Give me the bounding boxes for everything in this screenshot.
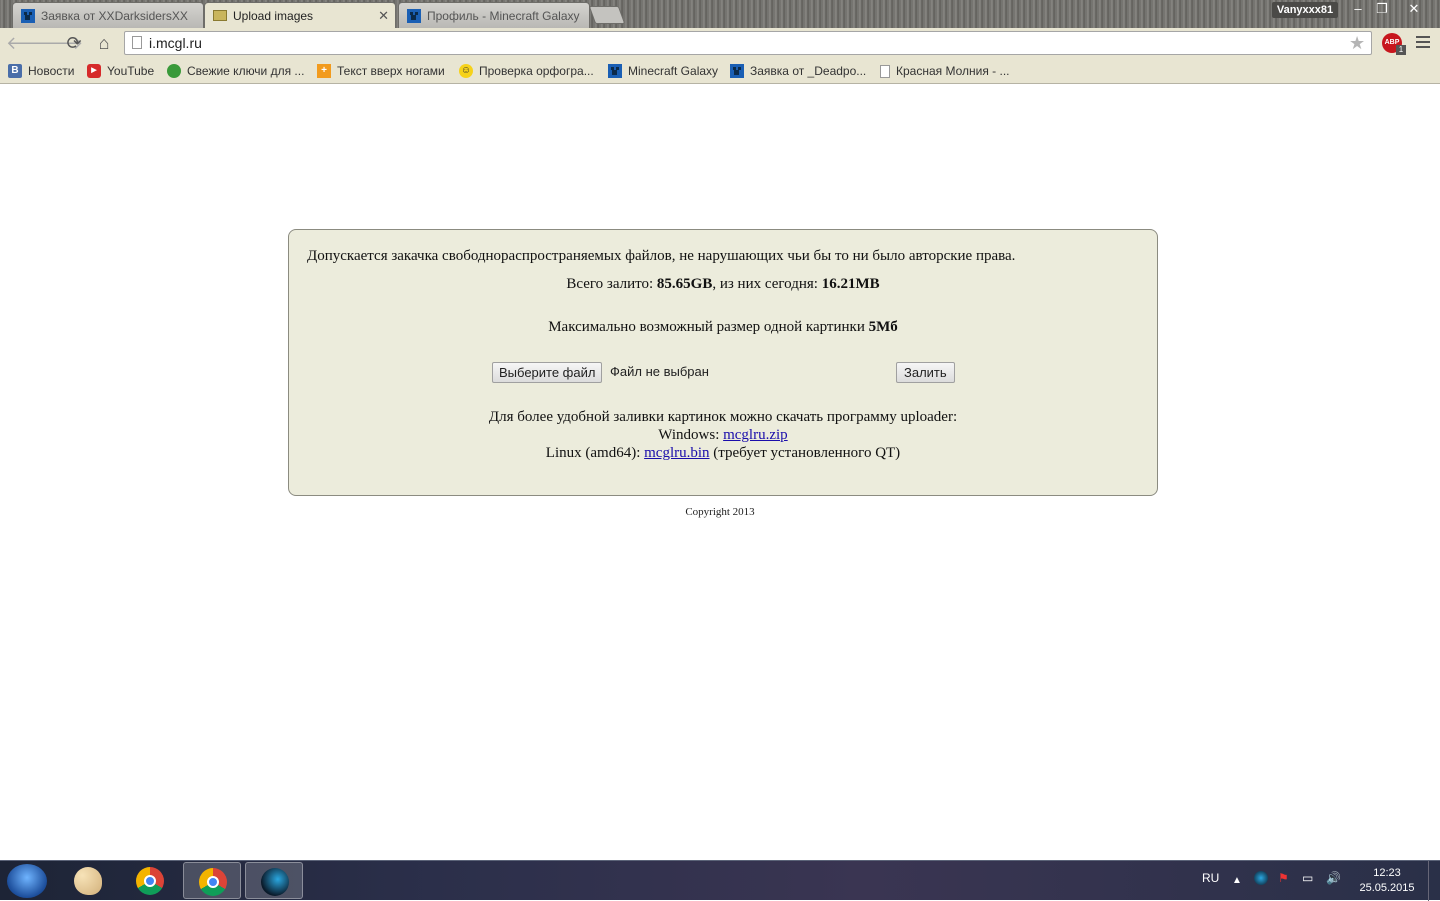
upload-submit-button[interactable]: Залить <box>896 362 955 383</box>
minimize-button[interactable]: – <box>1346 0 1370 18</box>
page-icon <box>880 64 890 78</box>
upload-stats: Всего залито: 85.65GB, из них сегодня: 1… <box>289 276 1157 293</box>
tab-upload-images[interactable]: Upload images ✕ <box>204 2 396 28</box>
url-input[interactable] <box>149 34 1339 52</box>
page-icon <box>132 36 142 49</box>
volume-icon[interactable]: 🔊 <box>1326 871 1341 885</box>
linux-note: (требует установленного QT) <box>709 445 901 461</box>
bookmark-star-icon[interactable]: ★ <box>1349 33 1365 54</box>
bookmark-label: Красная Молния - ... <box>896 64 1010 78</box>
bookmark-novosti[interactable]: В Новости <box>8 62 74 80</box>
bookmark-label: Свежие ключи для ... <box>187 64 305 78</box>
text-flip-icon: + <box>317 64 331 78</box>
youtube-icon: ▶ <box>87 64 101 78</box>
bookmark-text-flip[interactable]: + Текст вверх ногами <box>317 62 445 80</box>
chrome-icon <box>199 868 227 896</box>
start-button[interactable] <box>7 864 47 898</box>
uploader-linux-line: Linux (amd64): mcglru.bin (требует устан… <box>289 444 1157 462</box>
back-button[interactable]: 🡐 <box>6 33 54 53</box>
taskbar-chrome-pinned[interactable] <box>121 862 179 899</box>
language-indicator[interactable]: RU <box>1202 871 1219 885</box>
creeper-icon <box>608 64 622 78</box>
launcher-tray-icon[interactable] <box>1254 871 1268 885</box>
address-bar[interactable] <box>124 31 1372 55</box>
show-hidden-icons-arrow[interactable]: ▲ <box>1232 875 1242 886</box>
vk-icon: В <box>8 64 22 78</box>
bookmark-label: Новости <box>28 64 75 78</box>
bookmark-label: Текст вверх ногами <box>337 64 445 78</box>
chrome-menu-button[interactable] <box>1416 36 1430 51</box>
page-footer-copyright: Copyright 2013 <box>685 506 755 518</box>
home-button[interactable]: ⌂ <box>94 33 114 53</box>
key-site-icon <box>167 64 181 78</box>
max-size-info: Максимально возможный размер одной карти… <box>289 319 1157 336</box>
tab-request[interactable]: Заявка от XXDarksidersXX <box>12 2 204 28</box>
bookmark-label: YouTube <box>107 64 155 78</box>
uploader-windows-line: Windows: mcglru.zip <box>289 426 1157 444</box>
windows-download-link[interactable]: mcglru.zip <box>723 427 788 443</box>
copyright-notice: Допускается закачка свободнораспространя… <box>307 248 1016 264</box>
file-status-text: Файл не выбран <box>610 364 709 379</box>
creeper-icon <box>407 8 421 23</box>
bookmark-label: Заявка от _Deadpo... <box>750 64 867 78</box>
creeper-icon <box>730 64 744 78</box>
bookmarks-bar: В Новости ▶ YouTube Свежие ключи для ...… <box>0 58 1440 84</box>
bookmark-label: Проверка орфогра... <box>479 64 594 78</box>
tab-title: Upload images <box>233 8 314 23</box>
adblock-count-badge: 1 <box>1396 45 1406 55</box>
chrome-icon <box>136 867 164 895</box>
bookmark-deadpool-request[interactable]: Заявка от _Deadpo... <box>730 62 866 80</box>
windows-label: Windows: <box>658 427 724 443</box>
paint-icon <box>74 867 102 895</box>
close-window-button[interactable]: ✕ <box>1402 0 1426 18</box>
system-clock[interactable]: 12:23 25.05.2015 <box>1352 866 1422 896</box>
bookmark-youtube[interactable]: ▶ YouTube <box>87 62 154 80</box>
restore-button[interactable]: ❐ <box>1370 0 1394 18</box>
launcher-icon <box>261 868 289 896</box>
clock-date: 25.05.2015 <box>1359 882 1415 894</box>
max-size-text: Максимально возможный размер одной карти… <box>548 319 869 335</box>
taskbar-minecraft-launcher[interactable] <box>245 862 303 899</box>
stats-middle: , из них сегодня: <box>712 276 822 292</box>
bookmark-minecraft-galaxy[interactable]: Minecraft Galaxy <box>608 62 718 80</box>
taskbar-paint[interactable] <box>59 862 117 899</box>
stats-today: 16.21MB <box>821 276 880 292</box>
stats-prefix: Всего залито: <box>566 276 657 292</box>
bookmark-red-lightning[interactable]: Красная Молния - ... <box>880 62 1010 80</box>
tab-profile[interactable]: Профиль - Minecraft Galaxy <box>398 2 590 28</box>
bookmark-label: Minecraft Galaxy <box>628 64 719 78</box>
tab-title: Профиль - Minecraft Galaxy <box>427 8 580 23</box>
user-badge[interactable]: Vanyxxx81 <box>1272 2 1338 18</box>
creeper-icon <box>21 8 35 23</box>
taskbar: RU ▲ ⚑ ▭ 🔊 12:23 25.05.2015 <box>0 860 1440 901</box>
close-tab-icon[interactable]: ✕ <box>378 8 389 24</box>
image-icon <box>213 10 227 21</box>
tab-strip: Заявка от XXDarksidersXX Upload images ✕… <box>0 0 1440 28</box>
tab-title: Заявка от XXDarksidersXX <box>41 8 188 23</box>
clock-time: 12:23 <box>1373 867 1401 879</box>
upload-panel: Допускается закачка свободнораспространя… <box>288 229 1158 496</box>
network-icon[interactable]: ▭ <box>1302 871 1313 885</box>
reload-button[interactable]: ⟳ <box>64 33 84 53</box>
new-tab-button[interactable] <box>588 6 626 24</box>
smiley-icon: ☺ <box>459 64 473 78</box>
taskbar-chrome-active[interactable] <box>183 862 241 899</box>
show-desktop-button[interactable] <box>1428 861 1440 901</box>
max-size-value: 5Мб <box>868 319 898 335</box>
uploader-intro: Для более удобной заливки картинок можно… <box>488 409 958 425</box>
bookmark-spellcheck[interactable]: ☺ Проверка орфогра... <box>459 62 594 80</box>
bookmark-keys[interactable]: Свежие ключи для ... <box>167 62 304 80</box>
linux-download-link[interactable]: mcglru.bin <box>644 445 709 461</box>
forward-button[interactable]: 🡒 <box>35 33 83 53</box>
stats-total: 85.65GB <box>656 276 713 292</box>
choose-file-button[interactable]: Выберите файл <box>492 362 603 383</box>
linux-label: Linux (amd64): <box>545 445 645 461</box>
action-center-flag-icon[interactable]: ⚑ <box>1278 871 1289 885</box>
uploader-info: Для более удобной заливки картинок можно… <box>289 408 1157 462</box>
